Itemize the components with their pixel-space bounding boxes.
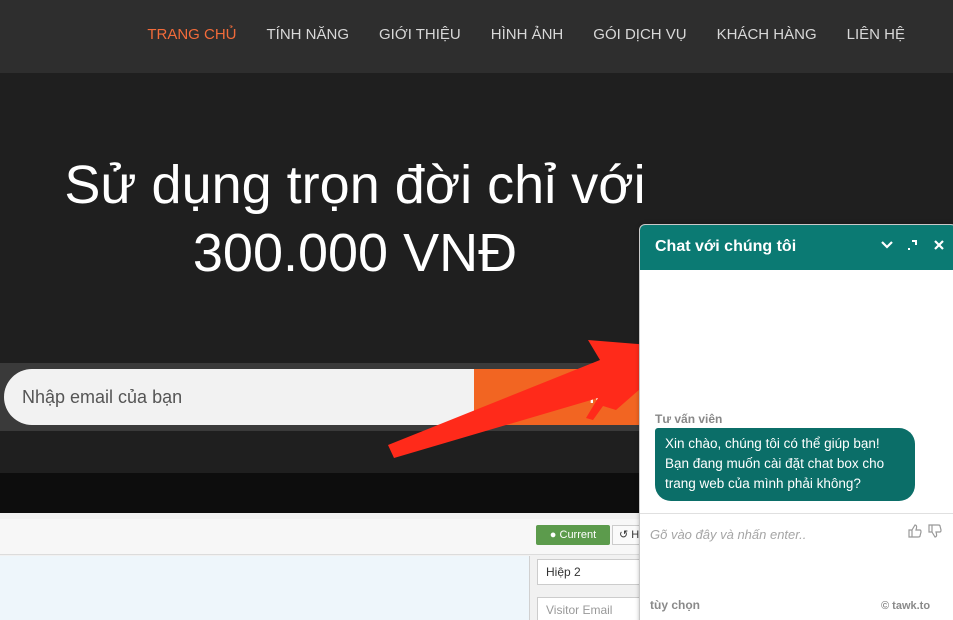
tab-current[interactable]: ● Current <box>536 525 610 545</box>
chat-input-area: tùy chọn © tawk.to <box>640 513 953 620</box>
chat-title: Chat với chúng tôi <box>655 238 797 255</box>
nav-item-lien-he[interactable]: LIÊN HỆ <box>847 26 905 43</box>
nav-item-gioi-thieu[interactable]: GIỚI THIỆU <box>379 26 461 43</box>
chevron-down-icon[interactable] <box>878 238 896 256</box>
message-line-2: Bạn đang muốn cài đặt chat box cho <box>665 456 885 471</box>
tab-current-label: Current <box>559 529 597 541</box>
tawk-brand-link[interactable]: © tawk.to <box>881 600 930 612</box>
hero-title-line-1: Sử dụng trọn đời chỉ với <box>64 155 646 215</box>
chat-bubble-icon: ● <box>549 529 560 541</box>
history-icon: ↺ <box>619 529 629 541</box>
agent-name: Tư vấn viên <box>655 412 723 426</box>
close-icon[interactable] <box>930 238 948 256</box>
field-visitor-email[interactable]: Visitor Email <box>537 597 641 620</box>
nav-item-tinh-nang[interactable]: TÍNH NĂNG <box>267 26 350 43</box>
nav-item-hinh-anh[interactable]: HÌNH ẢNH <box>491 26 564 43</box>
chat-header: Chat với chúng tôi <box>640 225 953 270</box>
tab-history[interactable]: ↺ H <box>612 525 642 545</box>
nav-item-khach-hang[interactable]: KHÁCH HÀNG <box>717 26 817 43</box>
message-line-1: Xin chào, chúng tôi có thể giúp bạn! <box>665 436 880 451</box>
nav-menu: TRANG CHỦ TÍNH NĂNG GIỚI THIỆU HÌNH ẢNH … <box>117 0 905 68</box>
field-hiep[interactable]: Hiệp 2 <box>537 559 641 585</box>
popout-icon[interactable] <box>903 238 921 256</box>
chat-options-link[interactable]: tùy chọn <box>650 598 700 612</box>
top-navbar: TRANG CHỦ TÍNH NĂNG GIỚI THIỆU HÌNH ẢNH … <box>0 0 953 73</box>
preview-content <box>0 556 530 620</box>
hero-title-line-2: 300.000 VNĐ <box>192 223 518 283</box>
thumbs-down-icon[interactable] <box>928 524 944 540</box>
signup-form: Đ N <box>0 363 705 431</box>
chat-widget: Chat với chúng tôi Tư vấn viên Xin chào,… <box>639 224 953 620</box>
nav-item-goi-dich-vu[interactable]: GÓI DỊCH VỤ <box>593 26 686 43</box>
email-input[interactable] <box>4 369 474 425</box>
thumbs-up-icon[interactable] <box>908 524 924 540</box>
hero-title: Sử dụng trọn đời chỉ với 300.000 VNĐ <box>0 151 710 287</box>
nav-item-trang-chu[interactable]: TRANG CHỦ <box>147 26 236 43</box>
agent-message: Xin chào, chúng tôi có thể giúp bạn! Bạn… <box>655 428 915 501</box>
chat-message-input[interactable] <box>650 524 900 544</box>
message-line-3: trang web của mình phải không? <box>665 476 861 491</box>
